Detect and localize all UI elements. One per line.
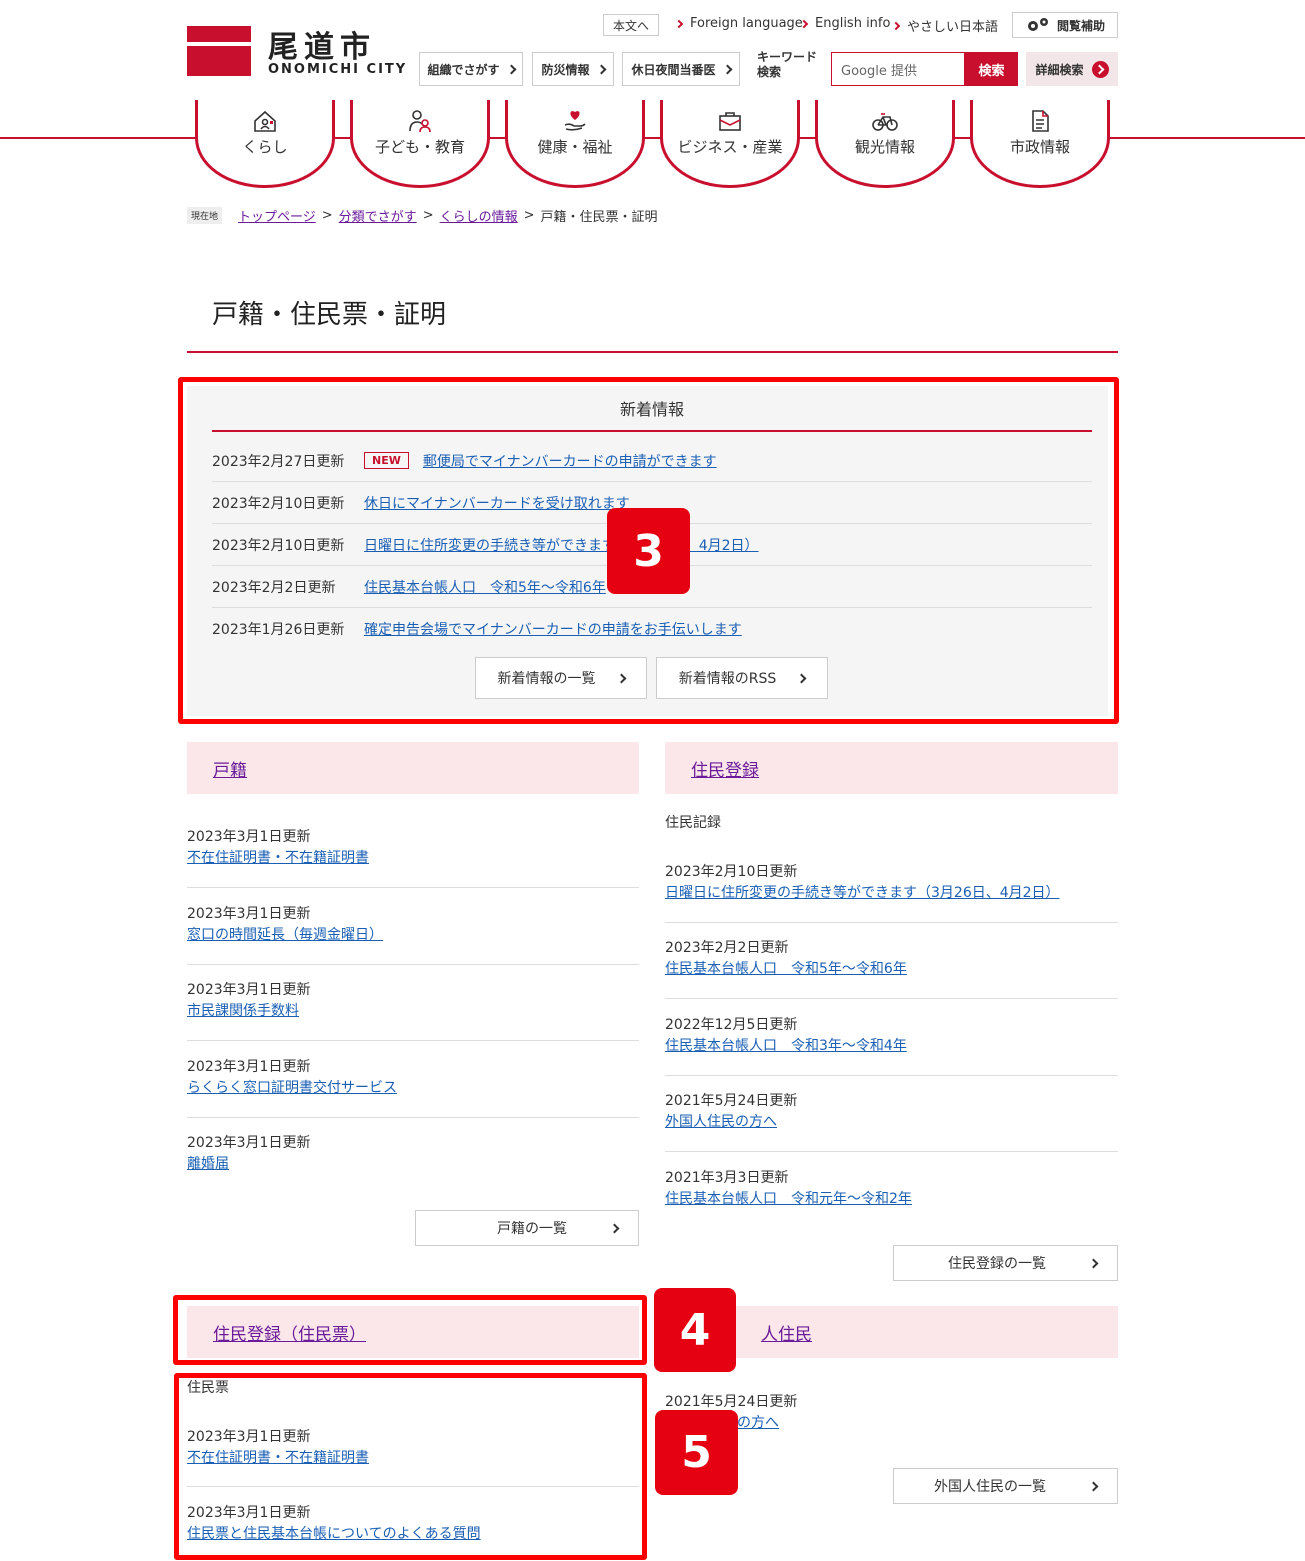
list-item: 2023年3月1日更新 窓口の時間延長（毎週金曜日） [187,904,383,946]
accessibility-assist-button[interactable]: 閲覧補助 [1012,12,1118,38]
list-item-link[interactable]: 不在住証明書・不在籍証明書 [187,848,369,869]
nav-item-tourism[interactable]: 観光情報 [815,100,955,188]
list-item-link[interactable]: らくらく窓口証明書交付サービス [187,1078,397,1099]
annotation-badge-3: 3 [607,508,690,594]
keyword-search-label: キーワード 検索 [757,50,818,79]
nav-item-children-education[interactable]: 子ども・教育 [350,100,490,188]
skip-to-content-button[interactable]: 本文へ [603,14,659,36]
city-logo-mark[interactable] [187,26,251,76]
search-by-organization-button[interactable]: 組織でさがす [419,52,523,86]
nav-item-living[interactable]: くらし [195,100,335,188]
list-item: 2021年5月24日更新 外国人住民の方へ [665,1091,797,1133]
list-item-link[interactable]: 市民課関係手数料 [187,1001,310,1022]
breadcrumb-top[interactable]: トップページ [238,206,316,225]
breadcrumb-current: 戸籍・住民票・証明 [540,210,658,225]
list-item: 2023年3月1日更新 市民課関係手数料 [187,980,310,1022]
english-info-link[interactable]: English info [799,16,890,31]
section-link-resident-registration[interactable]: 住民登録 [691,756,759,781]
section-header-koseki: 戸籍 [187,742,639,794]
list-item-link[interactable]: 住民基本台帳人口 令和5年～令和6年 [665,959,907,980]
heart-hand-icon [564,111,586,131]
nav-item-business[interactable]: ビジネス・産業 [660,100,800,188]
list-item-link[interactable]: の方へ [737,1413,797,1434]
list-item: 2023年3月1日更新 不在住証明書・不在籍証明書 [187,827,369,869]
section-link-foreign-residents[interactable]: 人住民 [761,1320,812,1345]
list-item: 2023年2月2日更新 住民基本台帳人口 令和5年～令和6年 [665,938,907,980]
page-title: 戸籍・住民票・証明 [212,300,447,330]
annotation-badge-4: 4 [654,1288,736,1372]
city-logo-text[interactable]: 尾道市 [268,22,376,66]
breadcrumb: 現在地 トップページ > 分類でさがす > くらしの情報 > 戸籍・住民票・証明 [187,206,658,225]
foreign-language-link[interactable]: Foreign language [674,16,803,31]
title-divider [187,351,1118,353]
list-item: 2023年3月1日更新 離婚届 [187,1133,310,1175]
list-item-link[interactable]: 住民基本台帳人口 令和元年～令和2年 [665,1189,912,1210]
list-item-link[interactable]: 離婚届 [187,1154,310,1175]
list-item-link[interactable]: 窓口の時間延長（毎週金曜日） [187,925,383,946]
list-item-link[interactable]: 住民基本台帳人口 令和3年～令和4年 [665,1036,907,1057]
house-person-icon [254,110,276,132]
section-link-koseki[interactable]: 戸籍 [213,756,247,781]
gear-icon [1027,18,1048,31]
annotation-badge-5: 5 [655,1410,738,1495]
list-item: 2022年12月5日更新 住民基本台帳人口 令和3年～令和4年 [665,1015,907,1057]
annotation-box-4 [173,1295,647,1365]
subcategory-label: 住民記録 [665,815,721,831]
resident-registration-list-button[interactable]: 住民登録の一覧 [893,1245,1118,1281]
annotation-box-5 [174,1373,647,1560]
holiday-night-doctor-button[interactable]: 休日夜間当番医 [622,52,740,86]
bicycle-icon [872,113,898,131]
breadcrumb-category[interactable]: 分類でさがす [339,206,417,225]
nav-item-health-welfare[interactable]: 健康・福祉 [505,100,645,188]
document-icon [1032,110,1049,132]
list-item: 2021年3月3日更新 住民基本台帳人口 令和元年～令和2年 [665,1168,912,1210]
search-button[interactable]: 検索 [965,52,1018,86]
nav-item-city-government[interactable]: 市政情報 [970,100,1110,188]
breadcrumb-living[interactable]: くらしの情報 [440,206,518,225]
briefcase-icon [719,112,741,131]
list-item: 2023年3月1日更新 らくらく窓口証明書交付サービス [187,1057,397,1099]
list-item-link[interactable]: 外国人住民の方へ [665,1112,797,1133]
breadcrumb-here-label: 現在地 [187,207,223,224]
advanced-search-button[interactable]: 詳細検索 [1026,52,1118,86]
arrow-circle-icon [1091,60,1109,78]
city-logo-english: ONOMICHI CITY [268,62,408,77]
parent-child-icon [409,110,431,133]
list-item-link[interactable]: 日曜日に住所変更の手続き等ができます（3月26日、4月2日） [665,883,1060,904]
foreign-residents-list-button[interactable]: 外国人住民の一覧 [893,1468,1118,1504]
search-input[interactable]: Google 提供 [831,52,965,86]
disaster-info-button[interactable]: 防災情報 [532,52,614,86]
section-header-resident-registration: 住民登録 [665,742,1118,794]
koseki-list-button[interactable]: 戸籍の一覧 [415,1210,639,1246]
easy-japanese-link[interactable]: やさしい日本語 [891,16,998,35]
list-item: 2023年2月10日更新 日曜日に住所変更の手続き等ができます（3月26日、4月2… [665,862,1060,904]
